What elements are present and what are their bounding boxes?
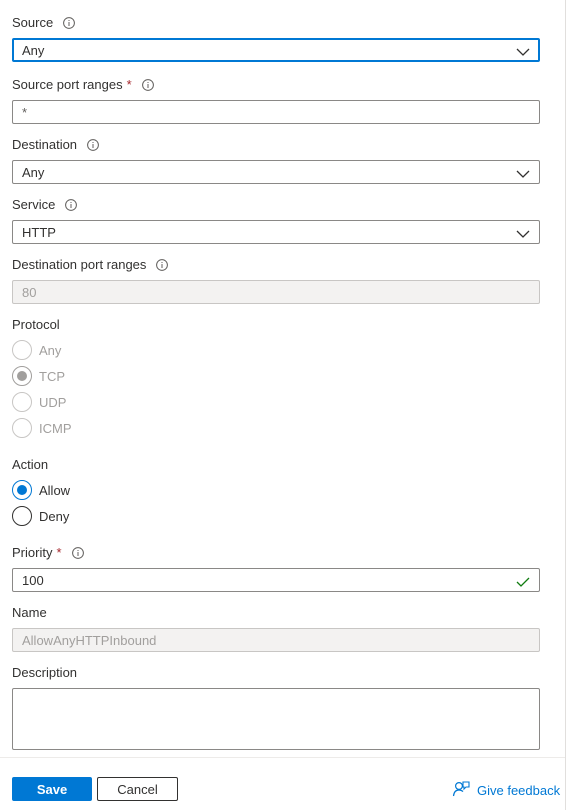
name-input: AllowAnyHTTPInbound [12,628,540,652]
destination-port-ranges-label: Destination port ranges [12,257,147,272]
protocol-option-tcp: TCP [12,363,540,389]
info-icon[interactable] [87,139,99,151]
protocol-option-udp: UDP [12,389,540,415]
protocol-option-label: Any [39,342,62,358]
destination-port-ranges-value: 80 [22,284,37,300]
destination-label-row: Destination [12,136,540,154]
description-label: Description [12,665,78,680]
action-option-label: Deny [39,508,70,524]
checkmark-icon [516,575,530,587]
info-icon[interactable] [71,547,84,559]
chevron-down-icon [516,45,530,56]
source-port-ranges-input[interactable]: * [12,100,540,124]
action-option-label: Allow [39,482,71,498]
service-group: Service HTTP [12,196,540,256]
source-dropdown[interactable]: Any [12,38,540,62]
source-port-ranges-placeholder: * [22,104,28,120]
give-feedback-link[interactable]: Give feedback [452,780,560,801]
priority-group: Priority * 100 [12,544,540,604]
protocol-option-label: UDP [39,394,67,410]
source-port-ranges-group: Source port ranges * * [12,76,540,136]
service-value: HTTP [22,224,56,240]
protocol-radio-group: Any TCP UDP ICMP [12,337,540,441]
destination-value: Any [22,164,45,180]
info-icon[interactable] [65,199,78,211]
feedback-icon [452,780,477,801]
destination-label: Destination [12,137,78,152]
save-button[interactable]: Save [12,777,92,801]
info-icon[interactable] [63,17,76,29]
radio-button [12,392,32,412]
destination-port-ranges-input: 80 [12,280,540,304]
source-port-ranges-label: Source port ranges [12,77,123,92]
protocol-option-any: Any [12,337,540,363]
source-value: Any [22,42,45,58]
radio-button[interactable] [12,480,32,500]
destination-port-ranges-label-row: Destination port ranges [12,256,540,274]
priority-label: Priority [12,545,53,560]
source-group: Source Any [12,14,540,76]
action-option-deny[interactable]: Deny [12,503,540,529]
give-feedback-label: Give feedback [477,783,561,798]
chevron-down-icon [516,167,530,178]
name-group: Name AllowAnyHTTPInbound [12,604,540,664]
radio-button [12,418,32,438]
protocol-label: Protocol [12,317,60,332]
cancel-button[interactable]: Cancel [97,777,178,801]
priority-label-row: Priority * [12,544,540,562]
action-option-allow[interactable]: Allow [12,477,540,503]
inbound-rule-form: Source Any Source port ranges * * Destin… [12,14,540,750]
destination-group: Destination Any [12,136,540,196]
source-port-ranges-label-row: Source port ranges * [12,76,540,94]
chevron-down-icon [516,227,530,238]
info-icon[interactable] [141,79,154,91]
destination-port-ranges-group: Destination port ranges 80 [12,256,540,316]
service-label-row: Service [12,196,540,214]
source-label: Source [12,15,54,30]
action-label: Action [12,457,49,472]
protocol-option-label: TCP [39,368,65,384]
destination-dropdown[interactable]: Any [12,160,540,184]
required-marker: * [126,77,132,92]
source-label-row: Source [12,14,540,32]
action-radio-group: Allow Deny [12,477,540,529]
protocol-option-label: ICMP [39,420,72,436]
name-value: AllowAnyHTTPInbound [22,632,157,648]
service-label: Service [12,197,56,212]
footer-divider [0,757,565,758]
radio-button[interactable] [12,506,32,526]
protocol-option-icmp: ICMP [12,415,540,441]
required-marker: * [56,545,62,560]
info-icon[interactable] [156,259,169,271]
radio-button [12,366,32,386]
radio-button [12,340,32,360]
service-dropdown[interactable]: HTTP [12,220,540,244]
action-group: Action Allow Deny [12,456,540,544]
protocol-group: Protocol Any TCP UDP ICMP [12,316,540,456]
priority-input[interactable]: 100 [12,568,540,592]
name-label: Name [12,605,47,620]
priority-value: 100 [22,572,44,588]
description-textarea[interactable] [12,688,540,750]
description-group: Description [12,664,540,750]
